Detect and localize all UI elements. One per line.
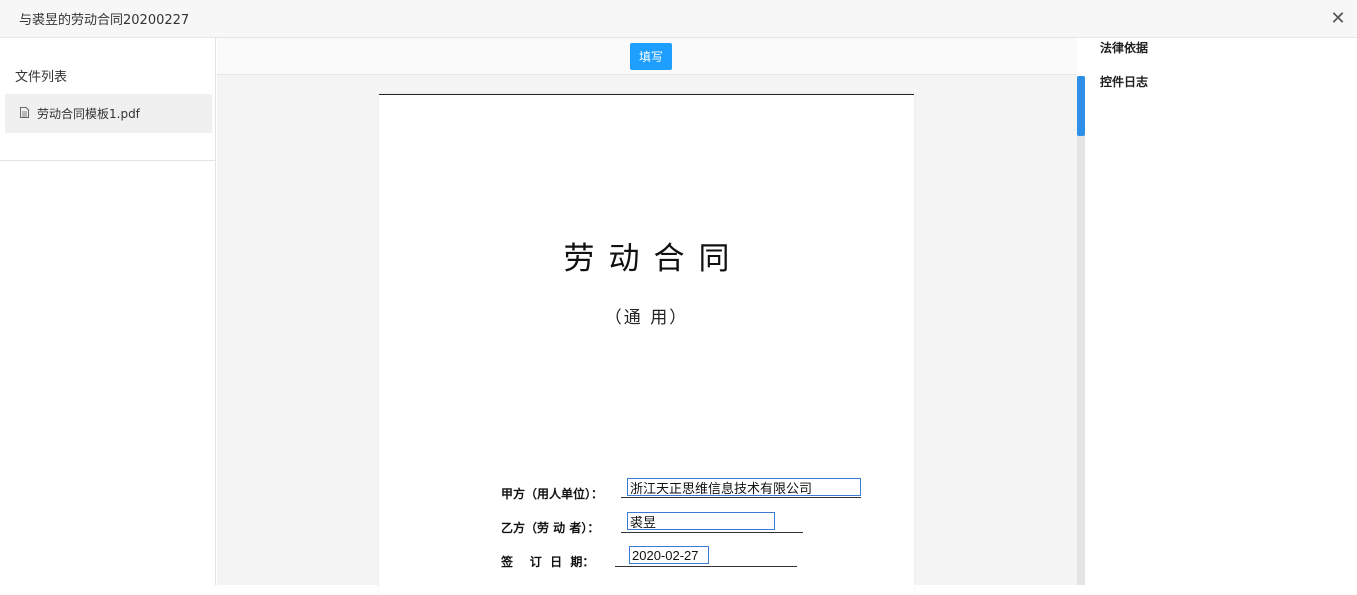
window-titlebar: 与裘昱的劳动合同20200227 ✕ xyxy=(0,0,1357,38)
file-list-item[interactable]: 劳动合同模板1.pdf xyxy=(5,94,212,133)
fill-button[interactable]: 填写 xyxy=(630,43,672,70)
right-panel: 法律依据 控件日志 xyxy=(1085,38,1357,585)
sidebar-divider xyxy=(0,160,215,161)
party-b-field[interactable] xyxy=(627,512,775,530)
sign-date-underline xyxy=(615,566,797,567)
party-b-label: 乙方（劳 动 者）： xyxy=(501,521,600,535)
viewer-scrollbar[interactable] xyxy=(1077,76,1085,585)
party-a-label: 甲方（用人单位）： xyxy=(501,487,604,501)
scrollbar-thumb[interactable] xyxy=(1077,76,1085,136)
window-title: 与裘昱的劳动合同20200227 xyxy=(19,13,190,28)
sign-date-label: 签 订 日 期： xyxy=(501,555,595,569)
document-icon xyxy=(20,107,29,118)
file-list-heading: 文件列表 xyxy=(15,70,68,85)
party-b-underline xyxy=(621,532,803,533)
sign-date-field[interactable] xyxy=(629,546,709,564)
document-page: 劳动合同 （通 用） 甲方（用人单位）： 乙方（劳 动 者）： 签 订 日 期： xyxy=(379,94,914,595)
file-name: 劳动合同模板1.pdf xyxy=(37,107,140,121)
close-icon[interactable]: ✕ xyxy=(1327,8,1349,30)
viewer-toolbar: 填写 xyxy=(217,38,1077,75)
party-a-field[interactable] xyxy=(627,478,861,496)
document-subtitle: （通 用） xyxy=(604,308,689,328)
file-list-sidebar: 文件列表 劳动合同模板1.pdf xyxy=(0,38,216,585)
party-a-underline xyxy=(621,497,861,498)
tab-control-log[interactable]: 控件日志 xyxy=(1100,73,1148,90)
document-viewer: 填写 劳动合同 （通 用） 甲方（用人单位）： 乙方（劳 动 者）： 签 订 日… xyxy=(217,38,1077,595)
tab-legal-basis[interactable]: 法律依据 xyxy=(1100,39,1148,56)
document-title: 劳动合同 xyxy=(563,241,744,277)
